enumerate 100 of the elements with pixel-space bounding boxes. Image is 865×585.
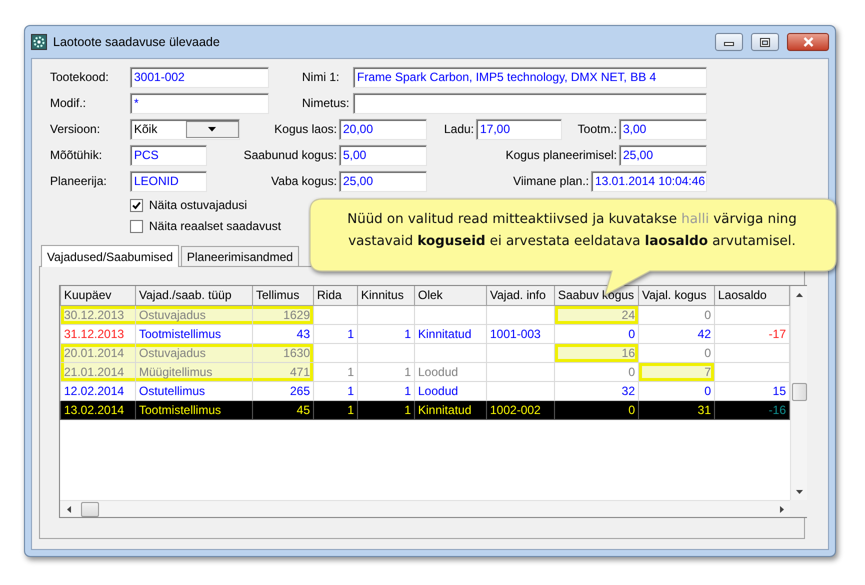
field-label: Kogus planeerimisel: [504,148,618,162]
table-cell: 21.01.2014 [60,362,136,381]
field-label: Versioon: [50,122,102,136]
text-field[interactable]: 3001-002 [130,66,269,88]
table-cell: 1002-002 [486,400,554,419]
maximize-button[interactable] [751,33,779,51]
text-field[interactable]: 25,00 [619,144,707,166]
scroll-thumb[interactable] [792,383,806,401]
minimize-button[interactable] [715,33,743,51]
tab[interactable]: Planeerimisandmed [180,246,299,266]
table-cell: -17 [714,324,790,343]
column-header[interactable]: Vajad. info [486,286,554,305]
field-label: Nimi 1: [302,70,340,84]
text-field[interactable]: 17,00 [476,118,562,140]
column-header[interactable]: Rida [314,286,358,305]
field-label: Ladu: [442,122,475,136]
table-cell: 42 [638,324,714,343]
table-cell: 43 [252,324,314,343]
table-cell: Loodud [414,362,486,381]
table-cell: Tootmistellimus [136,400,252,419]
table-cell: 1 [358,324,414,343]
table-cell: 7 [638,362,714,381]
table-cell: 30.12.2013 [60,305,136,324]
table-cell: 1 [314,324,358,343]
table-cell: Ostutellimus [136,381,252,400]
field-label: Vaba kogus: [270,174,338,188]
table-cell: 0 [638,343,714,362]
table-cell: Ostuvajadus [136,343,252,362]
table-cell: 0 [554,362,638,381]
version-dropdown[interactable]: Kõik [130,118,240,140]
table-cell: 265 [252,381,314,400]
column-header[interactable]: Kuupäev [60,286,136,305]
checkbox[interactable] [130,220,143,232]
checkbox[interactable] [130,198,143,212]
table-cell: Tootmistellimus [136,324,252,343]
text-field[interactable]: LEONID [130,170,207,192]
scroll-thumb[interactable] [81,502,99,516]
table-cell: Kinnitatud [414,400,486,419]
text-field[interactable]: 3,00 [619,118,707,140]
table-cell: 12.02.2014 [60,381,136,400]
table-cell: 31.12.2013 [60,324,136,343]
table-cell: 0 [638,305,714,324]
field-label: Tootm.: [576,122,618,136]
table-cell: 0 [554,400,638,419]
field-label: Planeerija: [50,174,108,188]
column-header[interactable]: Vajal. kogus [638,286,714,305]
table-cell: -16 [714,400,790,419]
table-cell: 20.01.2014 [60,343,136,362]
checkbox-label: Näita ostuvajadusi [149,198,248,212]
table-cell: 471 [252,362,314,381]
text-field[interactable]: 25,00 [339,170,427,192]
table-cell: 1630 [252,343,314,362]
column-header[interactable]: Olek [414,286,486,305]
table-cell: 15 [714,381,790,400]
table-cell: Ostuvajadus [136,305,252,324]
table-cell: 45 [252,400,314,419]
field-label: Nimetus: [302,96,350,110]
maximize-icon [760,38,770,46]
table-cell: Kinnitatud [414,324,486,343]
table-cell: 1001-003 [486,324,554,343]
table-cell: 16 [554,343,638,362]
horizontal-scrollbar[interactable] [60,500,790,517]
table-cell: 13.02.2014 [60,400,136,419]
field-label: Tootekood: [50,70,110,84]
text-field[interactable]: PCS [130,144,207,166]
column-header[interactable]: Kinnitus [358,286,414,305]
table-cell: 1 [358,400,414,419]
table-cell: 1 [358,362,414,381]
table-cell: 1 [314,381,358,400]
table-cell: 1 [314,362,358,381]
vertical-scrollbar[interactable] [790,286,807,500]
table-cell: 1629 [252,305,314,324]
field-label: Mõõtühik: [50,148,104,162]
checkbox-label: Näita reaalset saadavust [149,219,282,233]
column-header[interactable]: Tellimus [252,286,314,305]
field-label: Kogus laos: [273,122,338,136]
table-cell: Müügitellimus [136,362,252,381]
table-cell: 1 [358,381,414,400]
text-field[interactable]: Frame Spark Carbon, IMP5 technology, DMX NET, BB 4 [353,66,707,88]
text-field[interactable]: 5,00 [339,144,427,166]
text-field[interactable]: 20,00 [339,118,427,140]
close-button[interactable] [787,33,829,51]
callout-text: Nüüd on valitud read mitteaktiivsed ja kuvatakse halli värviga ning vastavaid koguseid ei arvestata eeldatava laosaldo arvutamisel. [346,211,798,251]
field-label: Saabunud kogus: [242,148,338,162]
column-header[interactable]: Saabuv kogus [554,286,638,305]
text-field[interactable]: * [130,92,269,114]
tab[interactable]: Vajadused/Saabumised [41,245,179,267]
window-title: Laotoote saadavuse ülevaade [53,35,220,49]
text-field[interactable]: 13.01.2014 10:04:46 [591,170,707,192]
table-cell: 1 [314,400,358,419]
table-cell: 0 [638,381,714,400]
column-header[interactable]: Vajad./saab. tüüp [136,286,252,305]
column-header[interactable]: Laosaldo [714,286,790,305]
table-cell: 31 [638,400,714,419]
close-icon [802,37,814,47]
text-field[interactable] [353,92,707,114]
table-cell: 32 [554,381,638,400]
table-cell: 24 [554,305,638,324]
app-icon [31,34,47,50]
table-cell: 0 [554,324,638,343]
